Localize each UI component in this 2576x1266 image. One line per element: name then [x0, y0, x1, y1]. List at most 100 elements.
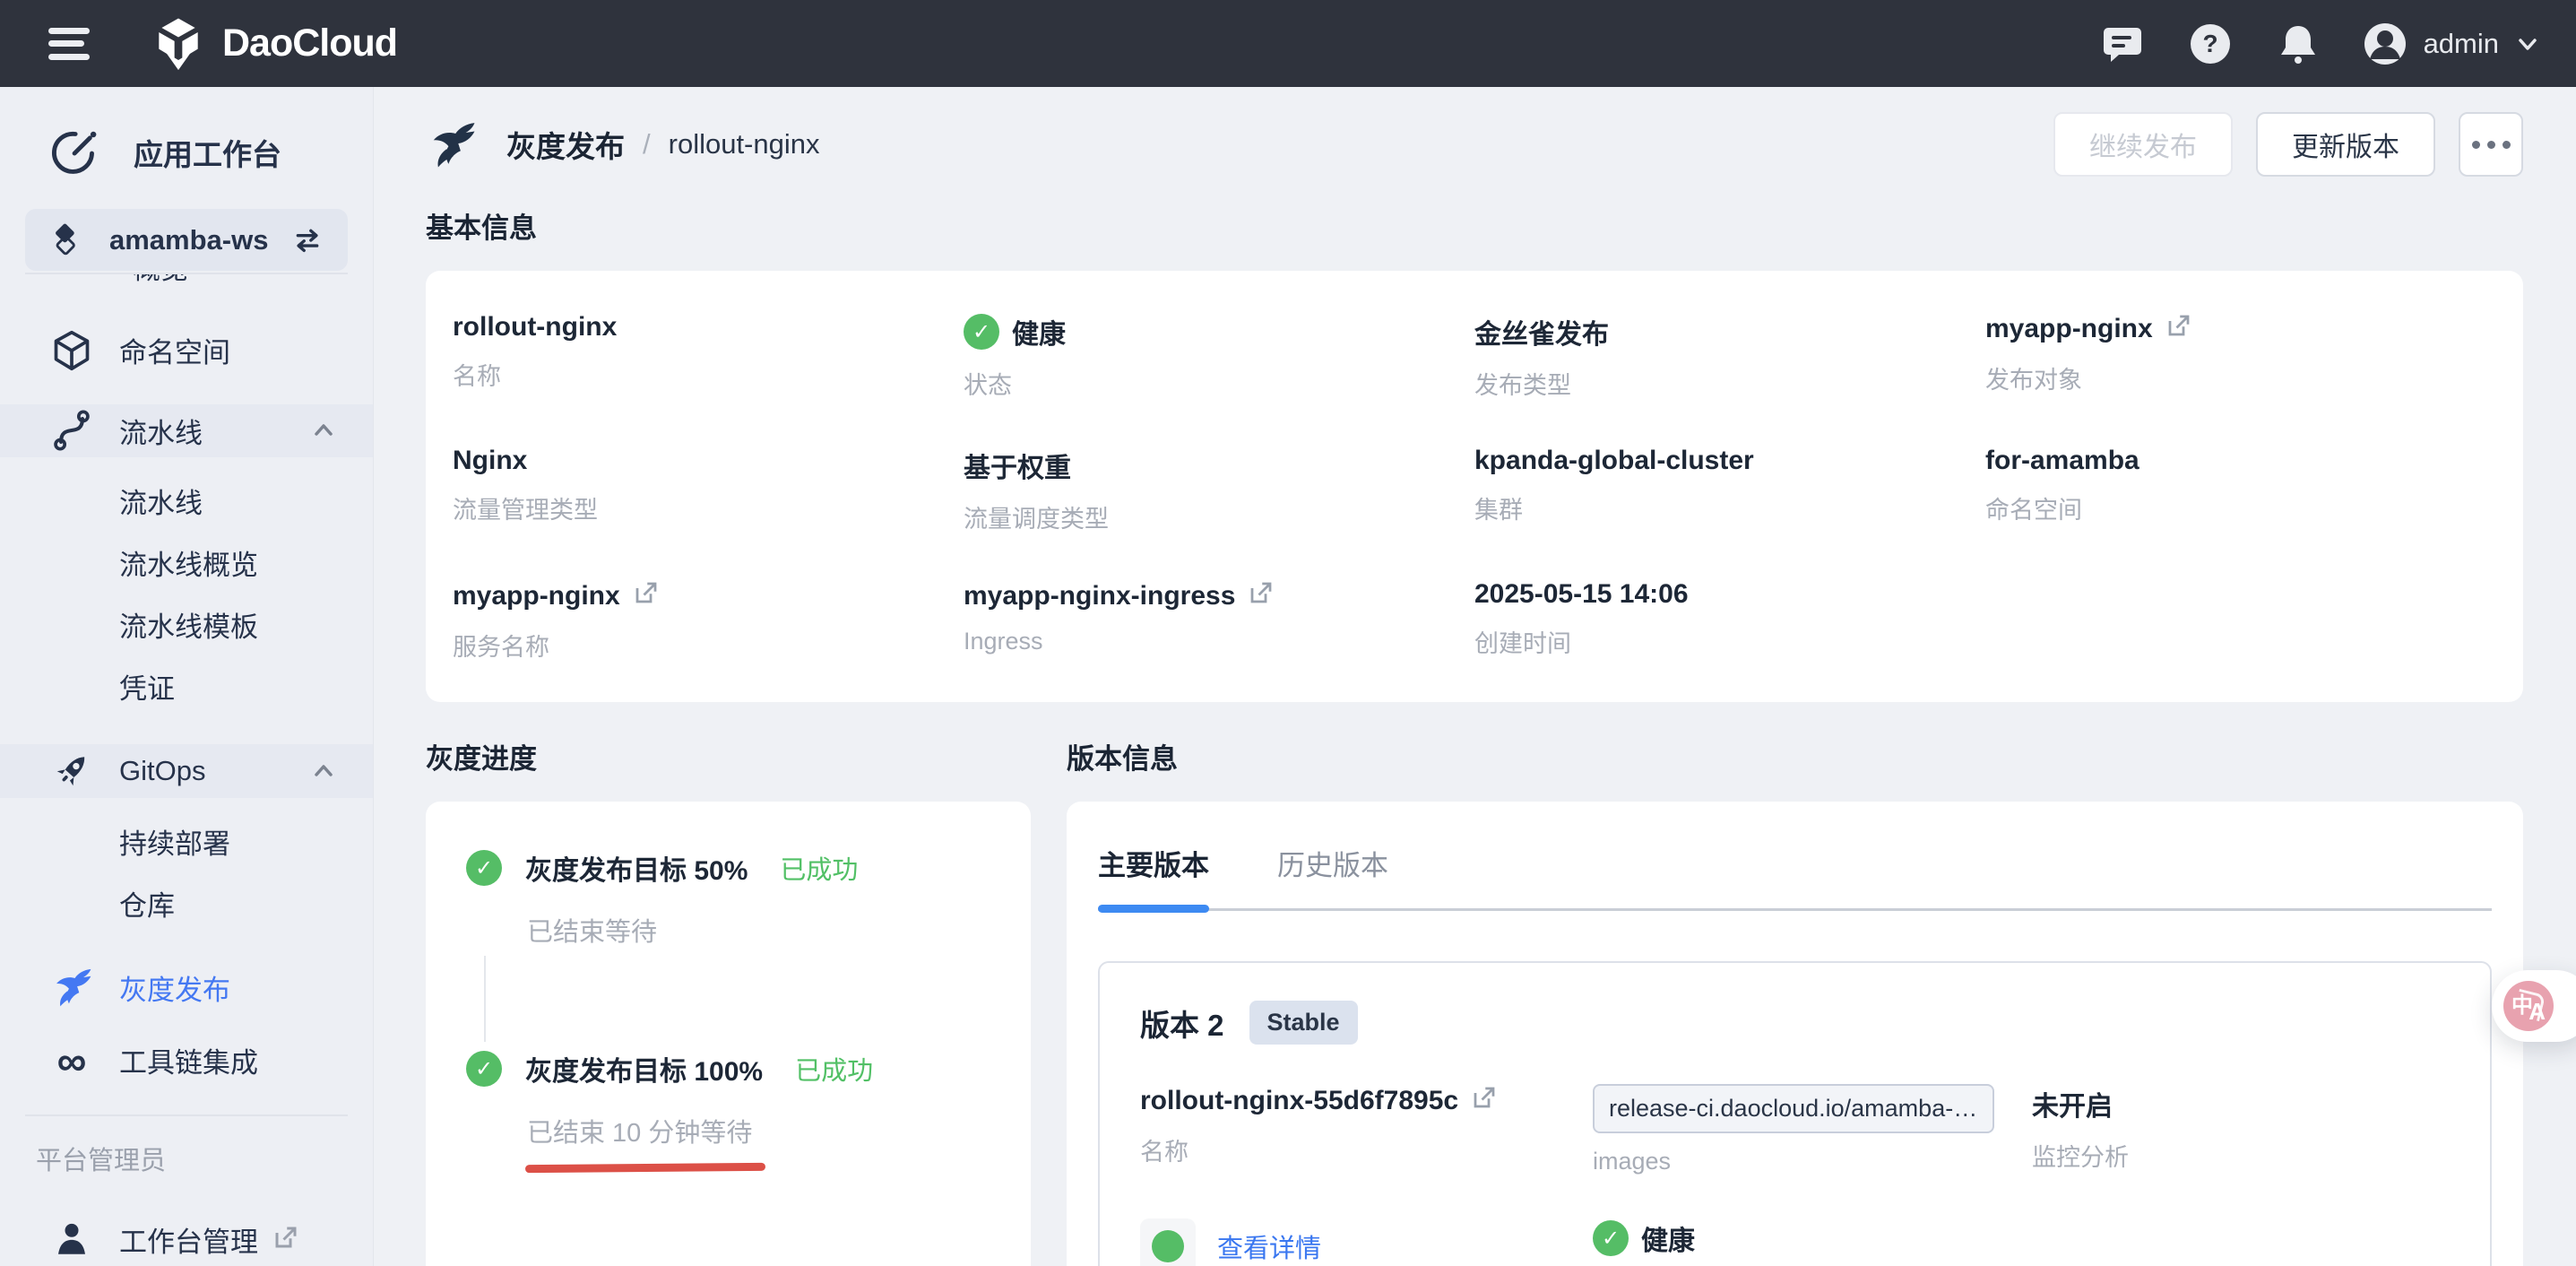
pod-green-dot	[1152, 1230, 1184, 1262]
compose-icon	[49, 128, 98, 177]
external-link-icon[interactable]	[1248, 579, 1275, 613]
breadcrumb-parent[interactable]: 灰度发布	[506, 123, 625, 166]
sidebar-item-credentials[interactable]: 凭证	[0, 655, 373, 717]
rocket-icon	[49, 749, 94, 793]
health-check-icon: ✓	[1593, 1220, 1629, 1256]
continue-release-button[interactable]: 继续发布	[2053, 112, 2233, 177]
chevron-up-icon	[310, 758, 337, 785]
version-card-title: 版本 2	[1140, 1002, 1224, 1045]
pod-status-box	[1140, 1218, 1196, 1266]
image-tag[interactable]: release-ci.daocloud.io/amamba-test...	[1593, 1084, 1994, 1133]
workspace-header: 应用工作台	[0, 112, 373, 193]
update-version-button[interactable]: 更新版本	[2256, 112, 2435, 177]
breadcrumb: 灰度发布 / rollout-nginx	[426, 121, 820, 168]
field-ingress: myapp-nginx-ingress Ingress	[964, 579, 1474, 663]
more-actions-button[interactable]	[2459, 112, 2523, 177]
step-success-icon: ✓	[466, 1051, 502, 1087]
step-connector	[484, 956, 990, 1042]
field-status: ✓健康 状态	[964, 312, 1474, 401]
tab-main-version[interactable]: 主要版本	[1098, 843, 1209, 883]
workspace-title: 应用工作台	[134, 131, 281, 174]
sidebar-section-platform-admin: 平台管理员	[36, 1140, 373, 1177]
sidebar-item-pipeline-templates[interactable]: 流水线模板	[0, 594, 373, 655]
pipeline-icon	[49, 408, 94, 453]
external-link-icon[interactable]	[1471, 1084, 1498, 1118]
sidebar-section-pipelines[interactable]: 流水线	[0, 404, 373, 457]
daocloud-cube-icon	[151, 16, 206, 72]
sidebar-section-gitops[interactable]: GitOps	[0, 744, 373, 797]
field-namespace: for-amamba 命名空间	[1985, 446, 2496, 534]
field-service-name: myapp-nginx 服务名称	[453, 579, 964, 663]
person-icon	[49, 1217, 94, 1262]
version-tabs: 主要版本 历史版本	[1098, 843, 2492, 911]
sidebar: 应用工作台 amamba-ws 概览 命名空间	[0, 87, 374, 1266]
progress-card: ✓ 灰度发布目标 50% 已成功 已结束等待 ✓ 灰度发布目标 100% 已成功	[426, 802, 1031, 1266]
field-release-type: 金丝雀发布 发布类型	[1474, 312, 1985, 401]
workspace-selector[interactable]: amamba-ws	[25, 209, 348, 271]
version-2-card: 版本 2 Stable rollout-nginx-55d6f7895c 名称	[1098, 961, 2492, 1266]
field-traffic-mgmt-type: Nginx 流量管理类型	[453, 446, 964, 534]
field-pod-status: 查看详情 Pod 状态	[1140, 1218, 1593, 1266]
switch-workspace-icon[interactable]	[290, 223, 324, 257]
username: admin	[2424, 28, 2499, 60]
health-check-icon: ✓	[964, 314, 999, 350]
help-icon[interactable]: ?	[2187, 21, 2234, 67]
progress-step-1: ✓ 灰度发布目标 50% 已成功 已结束等待	[466, 848, 990, 949]
field-name: rollout-nginx 名称	[453, 312, 964, 401]
menu-toggle-button[interactable]	[48, 28, 90, 60]
workspace-icon	[48, 222, 84, 258]
field-traffic-schedule-type: 基于权重 流量调度类型	[964, 446, 1474, 534]
sidebar-item-workbench-management[interactable]: 工作台管理	[0, 1213, 373, 1266]
topbar: DaoCloud ? admin	[0, 0, 2576, 87]
brand-logo[interactable]: DaoCloud	[151, 16, 397, 72]
field-created-time: 2025-05-15 14:06 创建时间	[1474, 579, 1985, 663]
tab-history-version[interactable]: 历史版本	[1277, 843, 1388, 883]
sidebar-item-canary-release[interactable]: 灰度发布	[0, 961, 373, 1014]
stable-badge: Stable	[1249, 1001, 1358, 1045]
view-details-link[interactable]: 查看详情	[1217, 1227, 1321, 1265]
feedback-icon[interactable]	[2099, 21, 2146, 67]
field-images: release-ci.daocloud.io/amamba-test... im…	[1593, 1084, 2032, 1175]
breadcrumb-current: rollout-nginx	[669, 128, 820, 160]
external-link-icon	[272, 1224, 299, 1255]
basic-info-card: rollout-nginx 名称 ✓健康 状态 金丝雀发布 发布类型 myapp…	[426, 271, 2523, 702]
sidebar-divider	[25, 1114, 348, 1116]
svg-text:?: ?	[2202, 30, 2217, 57]
namespace-cube-icon	[49, 328, 94, 373]
notification-bell-icon[interactable]	[2275, 21, 2321, 67]
sidebar-item-overview-clipped[interactable]: 概览	[25, 273, 348, 291]
infinity-icon: ∞	[49, 1038, 94, 1083]
red-annotation-line	[525, 1163, 765, 1173]
sidebar-item-repositories[interactable]: 仓库	[0, 872, 373, 934]
main-content: 灰度发布 / rollout-nginx 继续发布 更新版本 基本信息 roll…	[374, 87, 2576, 1266]
chevron-up-icon	[310, 417, 337, 444]
avatar	[2363, 22, 2407, 66]
step-success-icon: ✓	[466, 850, 502, 886]
brand-name: DaoCloud	[222, 22, 397, 65]
progress-title: 灰度进度	[426, 736, 1031, 776]
user-menu[interactable]: admin	[2363, 22, 2540, 66]
chevron-down-icon	[2515, 31, 2540, 56]
translate-icon: 中 A	[2503, 981, 2554, 1031]
version-title: 版本信息	[1067, 736, 2523, 776]
field-health-status: ✓健康 状态	[1593, 1218, 2032, 1266]
basic-info-title: 基本信息	[426, 205, 2523, 246]
workspace-name: amamba-ws	[109, 224, 268, 256]
external-link-icon[interactable]	[2165, 312, 2192, 346]
field-version-name: rollout-nginx-55d6f7895c 名称	[1140, 1084, 1593, 1175]
field-monitor-analysis: 未开启 监控分析	[2032, 1084, 2450, 1175]
sidebar-item-namespaces[interactable]: 命名空间	[0, 324, 373, 377]
external-link-icon[interactable]	[633, 579, 660, 613]
progress-step-2: ✓ 灰度发布目标 100% 已成功 已结束 10 分钟等待	[466, 1049, 990, 1172]
field-cluster: kpanda-global-cluster 集群	[1474, 446, 1985, 534]
sidebar-item-pipeline-overview[interactable]: 流水线概览	[0, 532, 373, 594]
sidebar-item-pipelines[interactable]: 流水线	[0, 470, 373, 532]
bird-icon	[49, 965, 94, 1010]
language-switch-button[interactable]: 中 A	[2492, 970, 2576, 1042]
canary-bird-icon	[426, 121, 478, 168]
sidebar-item-continuous-deployment[interactable]: 持续部署	[0, 811, 373, 872]
sidebar-item-toolchain-integration[interactable]: ∞ 工具链集成	[0, 1034, 373, 1087]
breadcrumb-separator: /	[643, 128, 651, 160]
version-panel: 主要版本 历史版本 版本 2 Stable rollout-nginx-55d6…	[1067, 802, 2523, 1266]
field-release-target: myapp-nginx 发布对象	[1985, 312, 2496, 401]
